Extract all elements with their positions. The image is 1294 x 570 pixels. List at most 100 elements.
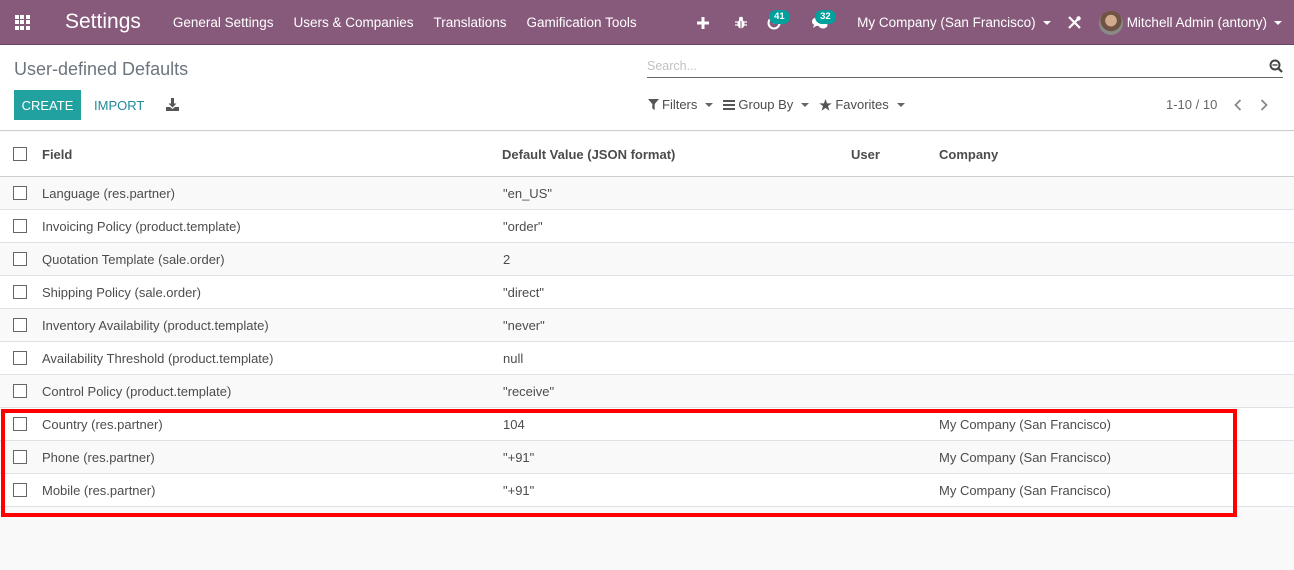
download-icon bbox=[165, 97, 179, 111]
row-checkbox[interactable] bbox=[13, 384, 27, 398]
table-row[interactable]: Phone (res.partner) "+91" My Company (San … bbox=[0, 441, 1294, 474]
cell-company: My Company (San Francisco) bbox=[939, 416, 1111, 432]
menu-users-companies[interactable]: Users & Companies bbox=[283, 15, 423, 30]
row-checkbox[interactable] bbox=[13, 252, 27, 266]
user-menu[interactable]: Mitchell Admin (antony) bbox=[1098, 10, 1282, 35]
row-checkbox[interactable] bbox=[13, 219, 27, 233]
control-panel: User-defined Defaults CREATE IMPORT Filt… bbox=[0, 45, 1294, 131]
search-button[interactable] bbox=[1265, 59, 1283, 73]
app-title: Settings bbox=[65, 10, 141, 33]
create-button[interactable]: CREATE bbox=[14, 90, 81, 120]
cell-default-value: "receive" bbox=[503, 383, 555, 399]
chevron-down-icon bbox=[896, 102, 905, 107]
quick-create-button[interactable] bbox=[685, 0, 721, 45]
table-row[interactable]: Quotation Template (sale.order) 2 bbox=[0, 243, 1294, 276]
cell-default-value: 104 bbox=[503, 416, 525, 432]
message-count-badge: 32 bbox=[815, 10, 836, 24]
table-header: Field Default Value (JSON format) User C… bbox=[0, 132, 1294, 177]
export-all-button[interactable] bbox=[163, 94, 181, 114]
row-checkbox[interactable] bbox=[13, 417, 27, 431]
search-bar bbox=[647, 55, 1283, 78]
row-checkbox[interactable] bbox=[13, 351, 27, 365]
select-all-checkbox[interactable] bbox=[13, 147, 27, 161]
filters-label: Filters bbox=[662, 97, 698, 112]
table-row[interactable]: Invoicing Policy (product.template) "orde… bbox=[0, 210, 1294, 243]
filter-icon bbox=[648, 99, 659, 110]
column-header-user[interactable]: User bbox=[851, 147, 880, 162]
table-row[interactable]: Language (res.partner) "en_US" bbox=[0, 177, 1294, 210]
filters-dropdown[interactable]: Filters bbox=[648, 97, 714, 112]
cell-default-value: "order" bbox=[503, 218, 543, 234]
favorites-dropdown[interactable]: Favorites bbox=[819, 97, 905, 112]
cell-default-value: "never" bbox=[503, 317, 545, 333]
row-checkbox[interactable] bbox=[13, 483, 27, 497]
apps-menu-button[interactable] bbox=[0, 0, 44, 45]
group-by-dropdown[interactable]: Group By bbox=[723, 97, 810, 112]
column-header-default-value[interactable]: Default Value (JSON format) bbox=[502, 147, 675, 162]
chevron-down-icon bbox=[705, 102, 714, 107]
pager-previous-button[interactable] bbox=[1227, 98, 1249, 111]
cell-field: Phone (res.partner) bbox=[42, 449, 155, 465]
company-switcher[interactable]: My Company (San Francisco) bbox=[857, 15, 1051, 30]
cell-field: Control Policy (product.template) bbox=[42, 383, 232, 399]
column-header-company[interactable]: Company bbox=[939, 147, 998, 162]
row-checkbox[interactable] bbox=[13, 285, 27, 299]
cell-field: Language (res.partner) bbox=[42, 185, 175, 201]
chevron-down-icon bbox=[1274, 20, 1282, 25]
table-row[interactable]: Control Policy (product.template) "receiv… bbox=[0, 375, 1294, 408]
table-row[interactable]: Mobile (res.partner) "+91" My Company (San… bbox=[0, 474, 1294, 507]
row-checkbox[interactable] bbox=[13, 186, 27, 200]
pager-value[interactable]: 1-10 / 10 bbox=[1166, 97, 1217, 112]
tools-button[interactable] bbox=[1051, 0, 1099, 45]
cell-field: Availability Threshold (product.template… bbox=[42, 350, 274, 366]
import-button[interactable]: IMPORT bbox=[94, 90, 144, 120]
row-checkbox[interactable] bbox=[13, 318, 27, 332]
chevron-down-icon bbox=[801, 102, 810, 107]
chevron-left-icon bbox=[1234, 98, 1242, 111]
list-icon bbox=[723, 99, 736, 110]
cell-field: Inventory Availability (product.template… bbox=[42, 317, 269, 333]
star-icon bbox=[819, 98, 833, 111]
cell-company: My Company (San Francisco) bbox=[939, 449, 1111, 465]
apps-grid-icon bbox=[14, 14, 30, 30]
cell-field: Invoicing Policy (product.template) bbox=[42, 218, 241, 234]
cell-field: Country (res.partner) bbox=[42, 416, 163, 432]
user-name: Mitchell Admin (antony) bbox=[1126, 15, 1267, 30]
table-row[interactable]: Inventory Availability (product.template… bbox=[0, 309, 1294, 342]
cell-default-value: null bbox=[503, 350, 524, 366]
messages-button[interactable]: 32 bbox=[803, 0, 849, 45]
favorites-label: Favorites bbox=[835, 97, 889, 112]
table-row[interactable]: Shipping Policy (sale.order) "direct" bbox=[0, 276, 1294, 309]
search-input[interactable] bbox=[647, 59, 1265, 73]
debug-mode-button[interactable] bbox=[725, 0, 757, 45]
search-icon bbox=[1269, 59, 1283, 73]
cell-default-value: 2 bbox=[503, 251, 511, 267]
cell-field: Shipping Policy (sale.order) bbox=[42, 284, 201, 300]
bug-icon bbox=[735, 16, 748, 29]
cell-default-value: "+91" bbox=[503, 449, 535, 465]
list-view-table: Field Default Value (JSON format) User C… bbox=[0, 132, 1294, 507]
cell-default-value: "+91" bbox=[503, 482, 535, 498]
group-by-label: Group By bbox=[738, 97, 794, 112]
activities-button[interactable]: 41 bbox=[757, 0, 803, 45]
menu-gamification-tools[interactable]: Gamification Tools bbox=[517, 15, 647, 30]
table-row[interactable]: Country (res.partner) 104 My Company (San … bbox=[0, 408, 1294, 441]
table-row[interactable]: Availability Threshold (product.template… bbox=[0, 342, 1294, 375]
cell-field: Mobile (res.partner) bbox=[42, 482, 156, 498]
menu-general-settings[interactable]: General Settings bbox=[163, 15, 284, 30]
pager-next-button[interactable] bbox=[1253, 98, 1275, 111]
pager: 1-10 / 10 bbox=[1166, 97, 1275, 112]
menu-translations[interactable]: Translations bbox=[424, 15, 517, 30]
column-header-field[interactable]: Field bbox=[42, 147, 72, 162]
search-options: Filters Group By Favorites bbox=[648, 97, 905, 112]
breadcrumb-title: User-defined Defaults bbox=[14, 59, 189, 79]
row-checkbox[interactable] bbox=[13, 450, 27, 464]
avatar bbox=[1098, 10, 1123, 35]
cell-default-value: "direct" bbox=[503, 284, 545, 300]
plus-icon bbox=[697, 16, 710, 29]
cell-default-value: "en_US" bbox=[503, 185, 552, 201]
chevron-right-icon bbox=[1261, 98, 1269, 111]
top-navbar: Settings General Settings Users & Compan… bbox=[0, 0, 1294, 45]
current-company: My Company (San Francisco) bbox=[857, 15, 1036, 30]
activity-count-badge: 41 bbox=[769, 10, 790, 24]
